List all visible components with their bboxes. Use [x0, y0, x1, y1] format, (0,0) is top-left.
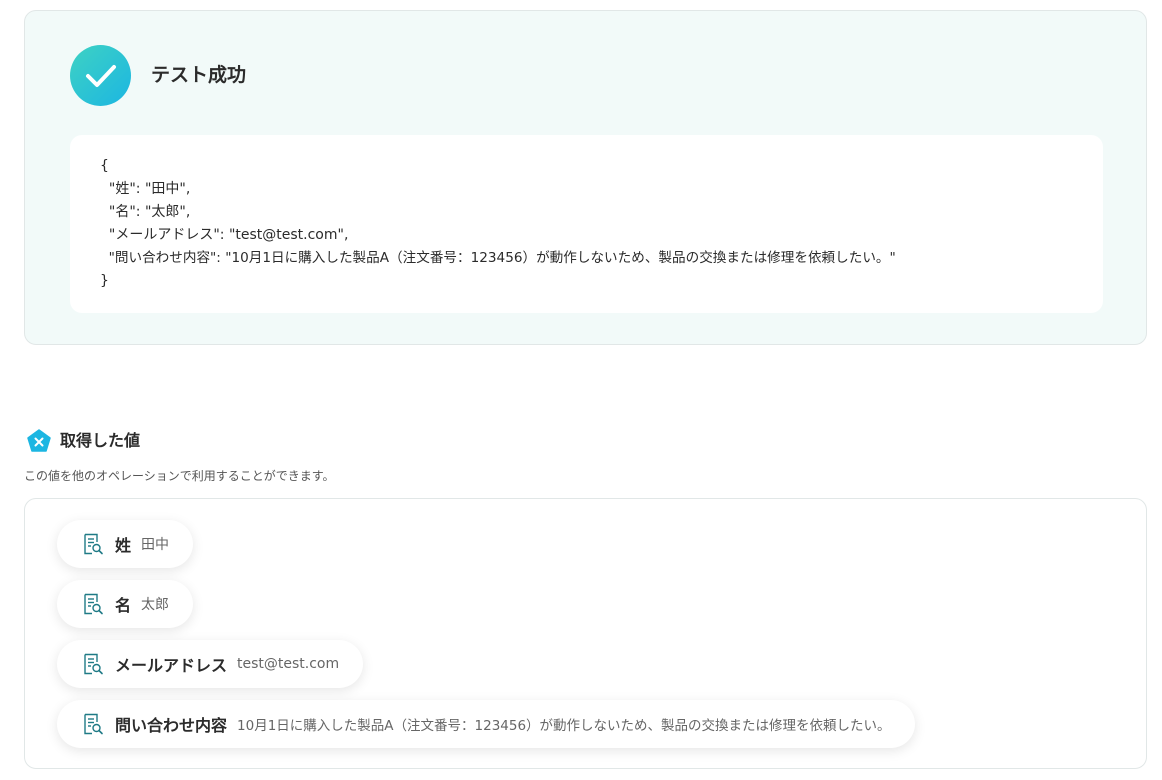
document-search-icon — [84, 593, 103, 615]
value-chip-inquiry[interactable]: 問い合わせ内容 10月1日に購入した製品A（注文番号：123456）が動作しない… — [57, 700, 915, 748]
chip-label: 問い合わせ内容 — [115, 716, 228, 735]
acquired-values-panel: 姓 田中 名 太郎 メールアドレス test@test.com 問い合わせ内容 … — [24, 498, 1147, 769]
acquired-values-subtitle: この値を他のオペレーションで利用することができます。 — [24, 469, 335, 483]
chip-value: test@test.com — [237, 656, 340, 672]
document-search-icon — [84, 713, 103, 735]
value-chip-first-name[interactable]: 名 太郎 — [57, 580, 194, 628]
json-output-box: { "姓": "田中", "名": "太郎", "メールアドレス": "test… — [70, 135, 1103, 313]
json-line: } — [100, 273, 109, 289]
json-line: "名": "太郎", — [100, 204, 191, 220]
chip-value: 田中 — [141, 537, 170, 553]
chip-label: 名 — [115, 596, 132, 615]
chip-value: 10月1日に購入した製品A（注文番号：123456）が動作しないため、製品の交換… — [237, 718, 891, 734]
document-search-icon — [84, 653, 103, 675]
value-chip-email[interactable]: メールアドレス test@test.com — [57, 640, 364, 688]
test-success-panel: テスト成功 { "姓": "田中", "名": "太郎", "メールアドレス":… — [24, 10, 1147, 345]
chip-value: 太郎 — [141, 597, 170, 613]
json-line: "姓": "田中", — [100, 181, 191, 197]
chip-label: 姓 — [115, 536, 132, 555]
acquired-values-title: 取得した値 — [60, 431, 141, 450]
json-line: "メールアドレス": "test@test.com", — [100, 227, 349, 243]
check-circle-icon — [70, 45, 131, 106]
chip-label: メールアドレス — [115, 656, 228, 675]
document-search-icon — [84, 533, 103, 555]
value-chip-last-name[interactable]: 姓 田中 — [57, 520, 194, 568]
test-success-title: テスト成功 — [151, 64, 247, 86]
pentagon-x-icon — [27, 429, 51, 452]
json-line: "問い合わせ内容": "10月1日に購入した製品A（注文番号：123456）が動… — [100, 250, 896, 266]
json-line: { — [100, 158, 109, 174]
